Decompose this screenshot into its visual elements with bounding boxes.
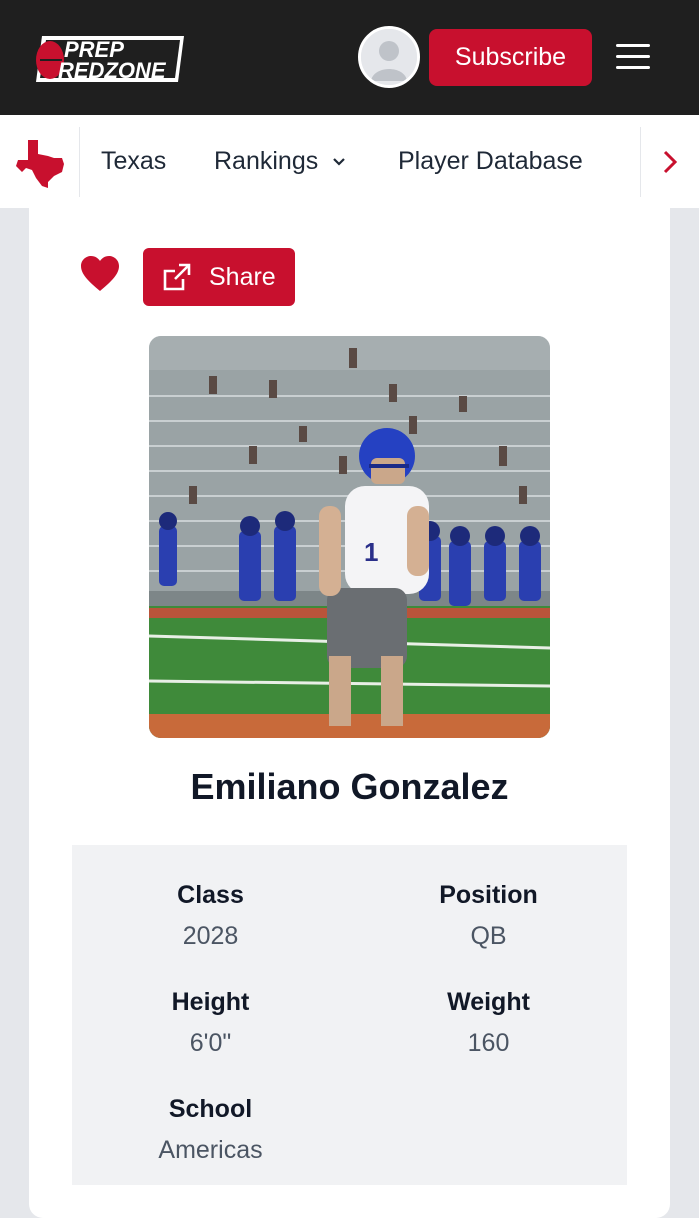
player-jersey-number: 1 [364, 537, 378, 567]
stat-label: Weight [447, 988, 530, 1016]
section-nav: Texas Rankings Player Database [0, 115, 699, 209]
stat-label: School [168, 1095, 253, 1123]
stat-value: QB [470, 922, 507, 950]
prep-redzone-logo[interactable]: PREP REDZONE [28, 30, 188, 86]
stat-value: 2028 [182, 922, 239, 950]
nav-scroll-right-button[interactable] [641, 115, 699, 208]
external-share-icon [163, 263, 191, 291]
stat-label: Height [171, 988, 250, 1016]
user-avatar[interactable] [358, 26, 420, 88]
nav-item-rankings-label: Rankings [214, 147, 319, 175]
stat-height: Height 6'0" [72, 988, 349, 1058]
share-button[interactable]: Share [143, 248, 295, 306]
nav-item-rankings[interactable]: Rankings [214, 115, 346, 208]
logo-text-redzone: REDZONE [58, 58, 167, 83]
stat-label: Class [177, 881, 244, 909]
stat-school: School Americas [72, 1095, 349, 1165]
player-stats-panel: Class 2028 Position QB Height 6'0" Weigh… [72, 845, 627, 1185]
favorite-heart-icon[interactable] [80, 255, 120, 293]
texas-state-icon[interactable] [14, 136, 66, 188]
stat-label: Position [439, 881, 538, 909]
chevron-right-icon [663, 150, 678, 173]
top-header: PREP REDZONE Subscribe [0, 0, 699, 115]
nav-item-player-database[interactable]: Player Database [398, 115, 583, 208]
stat-weight: Weight 160 [350, 988, 627, 1058]
stat-class: Class 2028 [72, 881, 349, 951]
chevron-down-icon [333, 157, 346, 166]
share-label: Share [209, 262, 276, 291]
nav-item-texas[interactable]: Texas [101, 115, 166, 208]
stat-value: 160 [467, 1029, 510, 1057]
player-photo: 1 [149, 336, 550, 738]
player-name: Emiliano Gonzalez [190, 766, 509, 807]
user-silhouette-icon [361, 29, 417, 85]
stat-value: Americas [158, 1136, 263, 1164]
nav-divider [79, 127, 80, 197]
hamburger-menu-icon[interactable] [616, 42, 652, 72]
stat-value: 6'0" [189, 1029, 232, 1057]
stat-position: Position QB [350, 881, 627, 951]
subscribe-button[interactable]: Subscribe [429, 29, 592, 86]
